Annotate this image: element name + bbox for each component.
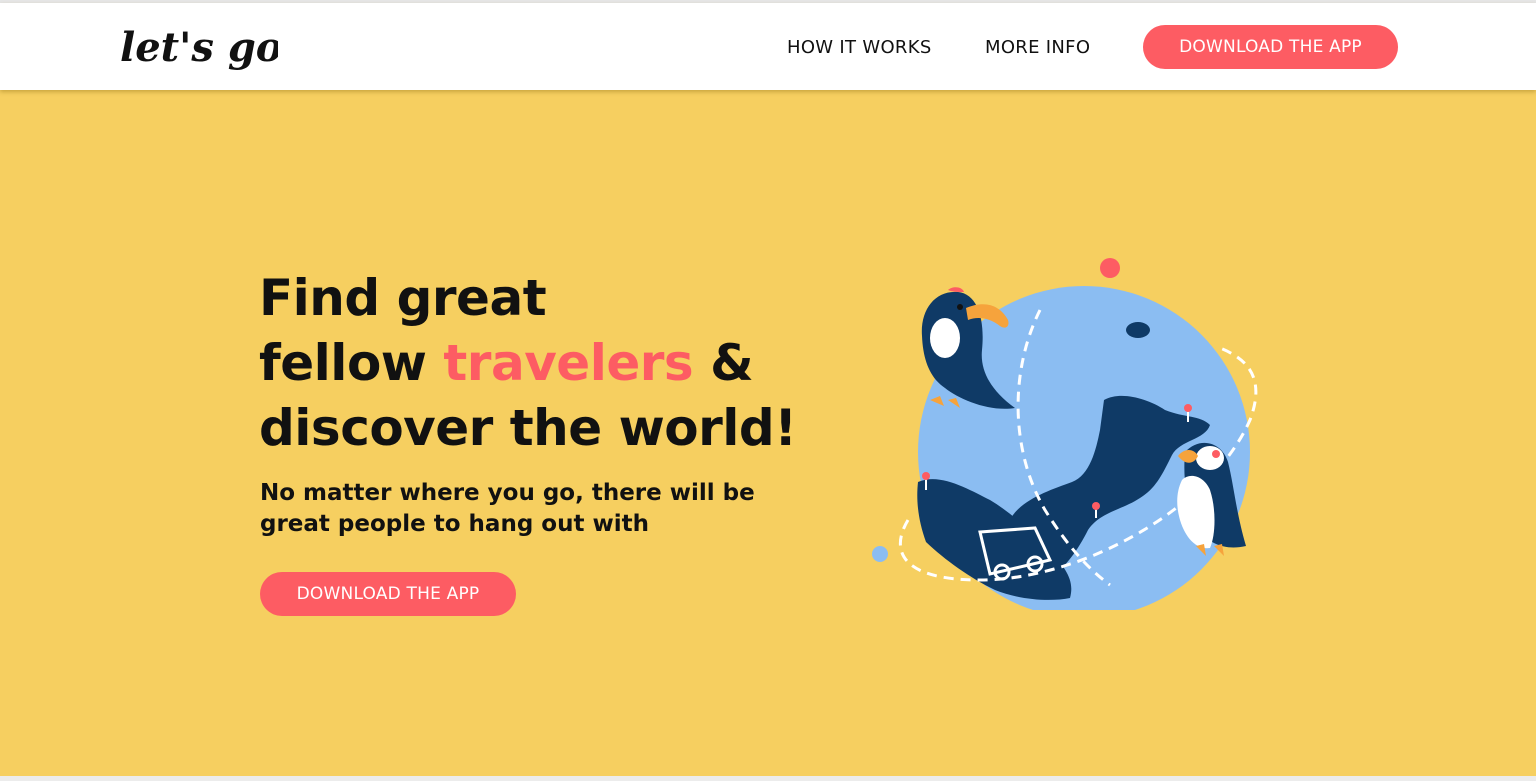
decor-dot-red: [1100, 258, 1120, 278]
hero-subheadline: No matter where you go, there will be gr…: [260, 480, 755, 537]
nav-link-how-it-works[interactable]: HOW IT WORKS: [787, 37, 932, 58]
headline-accent-word: travelers: [443, 334, 694, 392]
bottom-border: [0, 776, 1536, 781]
hero-headline: Find great fellow travelers & discover the…: [259, 266, 879, 461]
page: let's go! HOW IT WORKS MORE INFO DOWNLOA…: [0, 0, 1536, 781]
headline-line-1: Find great: [259, 269, 547, 327]
globe-illustration: [872, 258, 1258, 610]
logo-text: let's go!: [120, 24, 278, 71]
island: [1126, 322, 1150, 338]
hero-download-app-button[interactable]: DOWNLOAD THE APP: [260, 572, 516, 616]
logo[interactable]: let's go!: [118, 17, 278, 79]
nav-download-app-button[interactable]: DOWNLOAD THE APP: [1143, 25, 1398, 69]
headline-line-2-start: fellow: [259, 334, 444, 392]
headline-line-3: discover the world!: [259, 399, 797, 457]
navbar: let's go! HOW IT WORKS MORE INFO DOWNLOA…: [0, 3, 1536, 90]
decor-dot-blue: [872, 546, 888, 562]
nav-link-more-info[interactable]: MORE INFO: [985, 37, 1090, 58]
headline-line-2-end: &: [693, 334, 754, 392]
